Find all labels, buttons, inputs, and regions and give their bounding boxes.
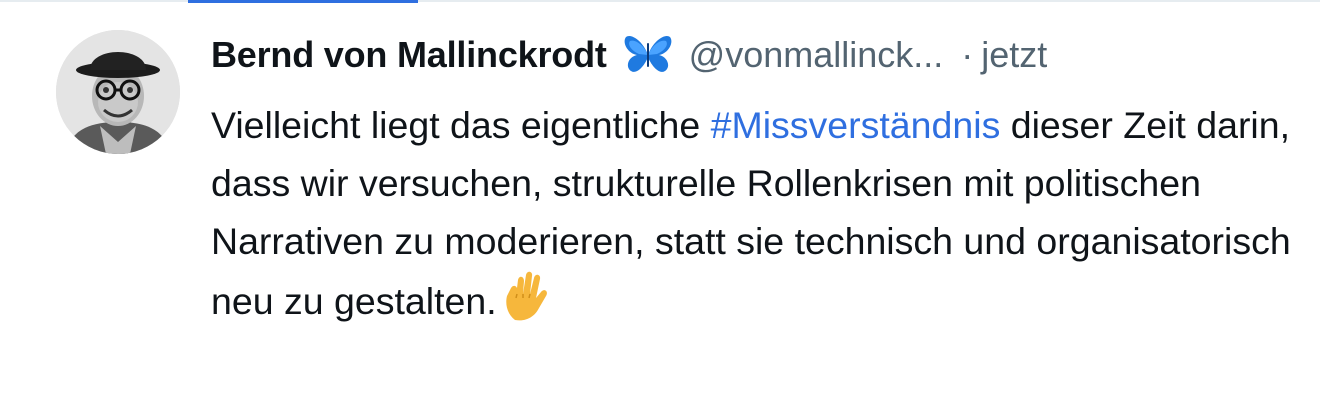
avatar[interactable] bbox=[56, 30, 180, 154]
hashtag-link[interactable]: #Missverständnis bbox=[711, 104, 1001, 146]
post: Bernd von Mallinckrodt @vonmallinck... ·… bbox=[211, 24, 1301, 330]
post-text-part1: Vielleicht liegt das eigentliche bbox=[211, 104, 711, 146]
author-name[interactable]: Bernd von Mallinckrodt bbox=[211, 34, 607, 76]
active-tab-indicator bbox=[188, 0, 418, 3]
butterfly-icon bbox=[623, 33, 673, 77]
avatar-image bbox=[56, 30, 180, 154]
author-handle[interactable]: @vonmallinck... bbox=[689, 34, 944, 76]
post-text: Vielleicht liegt das eigentliche #Missve… bbox=[211, 96, 1301, 330]
vulcan-salute-icon bbox=[501, 270, 553, 322]
post-timestamp[interactable]: jetzt bbox=[981, 34, 1047, 76]
timestamp-separator: · bbox=[961, 34, 974, 75]
post-header: Bernd von Mallinckrodt @vonmallinck... ·… bbox=[211, 24, 1301, 86]
